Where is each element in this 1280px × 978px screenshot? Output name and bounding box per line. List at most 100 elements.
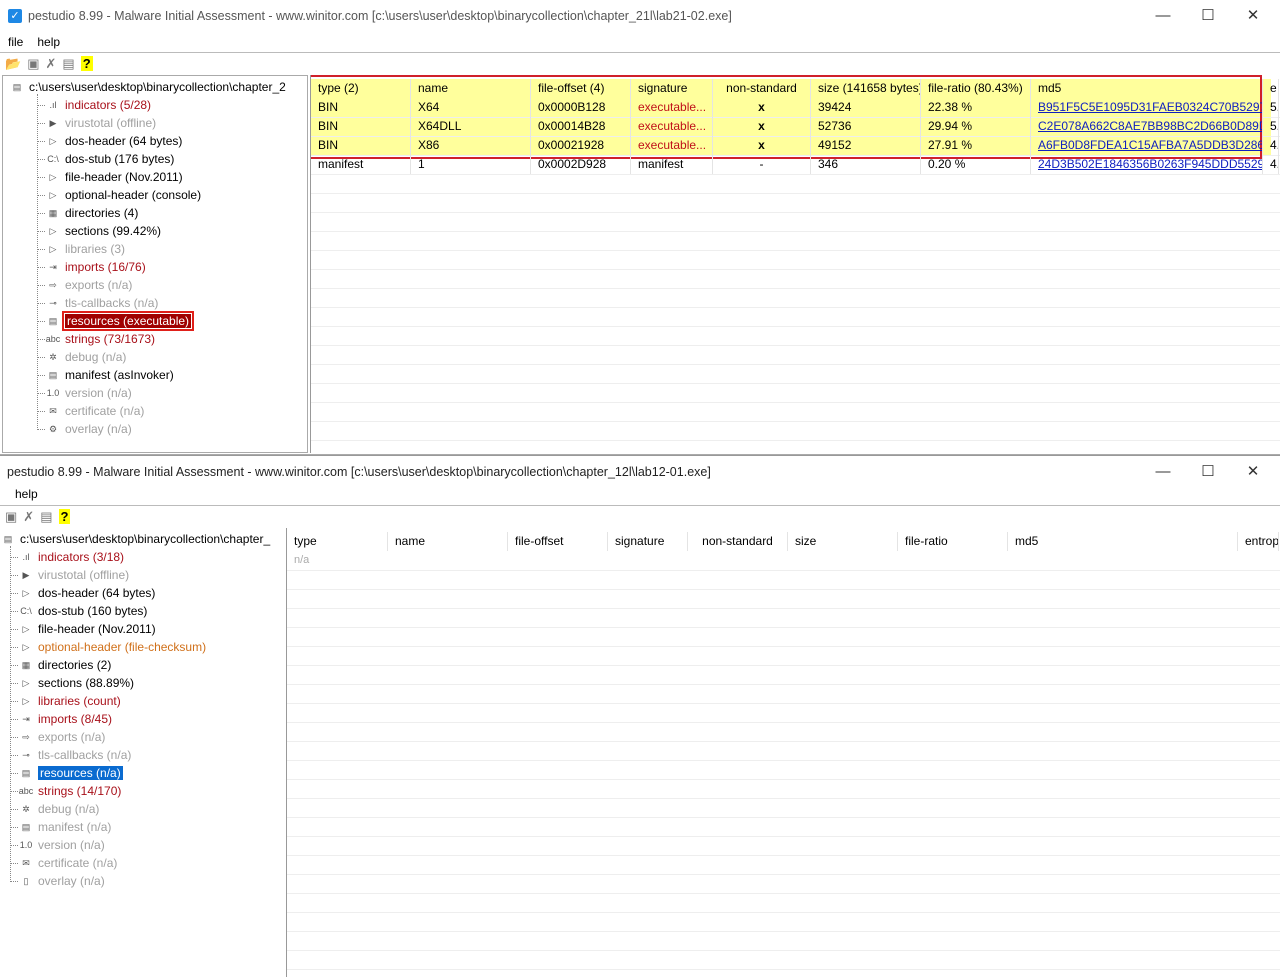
- column-header[interactable]: size: [788, 532, 898, 551]
- column-header[interactable]: name: [411, 79, 531, 98]
- md5-link[interactable]: 24D3B502E1846356B0263F945DDD5529: [1031, 155, 1263, 174]
- tree-item-label: imports (8/45): [38, 712, 113, 726]
- tree-item-libraries[interactable]: ▷ libraries (count): [10, 692, 121, 710]
- tree-item-virustotal[interactable]: ▶ virustotal (offline): [10, 566, 129, 584]
- close-file-icon[interactable]: ✗: [45, 56, 56, 72]
- grid-line: [287, 627, 1280, 628]
- menu-help[interactable]: help: [37, 35, 60, 49]
- tree-root-file[interactable]: ▤ c:\users\user\desktop\binarycollection\…: [9, 78, 286, 96]
- tree-item-tls-callbacks[interactable]: ⊸ tls-callbacks (n/a): [37, 294, 158, 312]
- tree-item-dos-stub[interactable]: C:\ dos-stub (160 bytes): [10, 602, 147, 620]
- table-cell: executable...: [631, 136, 713, 155]
- close-button[interactable]: ✕: [1243, 6, 1263, 26]
- bug-icon: ✲: [49, 351, 57, 362]
- tree-root-file[interactable]: ▤ c:\users\user\desktop\binarycollection\…: [0, 530, 270, 548]
- tree-connector: [10, 682, 18, 684]
- md5-link[interactable]: C2E078A662C8AE7BB98BC2D66B0D89D7: [1031, 117, 1263, 136]
- clipboard-icon[interactable]: ▤: [40, 509, 52, 525]
- table-row[interactable]: BIN X64DLL 0x00014B28 executable... x 52736 29…: [311, 117, 1279, 136]
- tree-item-file-header[interactable]: ▷ file-header (Nov.2011): [37, 168, 183, 186]
- table-cell: manifest: [631, 155, 713, 174]
- tree-item-overlay[interactable]: ⚙ overlay (n/a): [37, 420, 132, 438]
- save-icon[interactable]: ▣: [27, 56, 39, 72]
- tree-item-version[interactable]: 1.0 version (n/a): [37, 384, 132, 402]
- column-header[interactable]: entropy: [1238, 532, 1279, 551]
- tree-item-libraries[interactable]: ▷ libraries (3): [37, 240, 125, 258]
- tree-item-directories[interactable]: ▦ directories (4): [37, 204, 138, 222]
- column-header[interactable]: file-offset (4): [531, 79, 631, 98]
- tree-item-exports[interactable]: ⇨ exports (n/a): [37, 276, 132, 294]
- help-icon[interactable]: ?: [80, 56, 93, 71]
- resources-icon: ▤: [21, 767, 31, 778]
- md5-link[interactable]: A6FB0D8FDEA1C15AFBA7A5DDB3D2867B: [1031, 136, 1263, 155]
- md5-link[interactable]: B951F5C5E1095D31FAEB0324C70B5297: [1031, 98, 1263, 117]
- tree-item-manifest[interactable]: ▤ manifest (asInvoker): [37, 366, 174, 384]
- close-button[interactable]: ✕: [1243, 462, 1263, 482]
- table-row[interactable]: manifest 1 0x0002D928 manifest -346 0.20 % 24D…: [311, 155, 1279, 174]
- column-header[interactable]: size (141658 bytes): [811, 79, 921, 98]
- tree-item-indicators[interactable]: .ıl indicators (3/18): [10, 548, 124, 566]
- tree-item-label: dos-header (64 bytes): [65, 134, 183, 148]
- tree-item-strings[interactable]: abc strings (14/170): [10, 782, 121, 800]
- column-header[interactable]: non-standard: [713, 79, 811, 98]
- column-header[interactable]: e: [1263, 79, 1279, 98]
- tree-item-resources[interactable]: ▤ resources (executable): [37, 311, 195, 331]
- tree-item-certificate[interactable]: ✉ certificate (n/a): [10, 854, 117, 872]
- tree-item-version[interactable]: 1.0 version (n/a): [10, 836, 105, 854]
- open-icon[interactable]: 📂: [5, 56, 21, 72]
- minimize-button[interactable]: —: [1153, 6, 1173, 26]
- tree-item-debug[interactable]: ✲ debug (n/a): [37, 348, 126, 366]
- column-header[interactable]: md5: [1031, 79, 1263, 98]
- tree-item-dos-header[interactable]: ▷ dos-header (64 bytes): [10, 584, 155, 602]
- column-header[interactable]: name: [388, 532, 508, 551]
- tree-item-sections[interactable]: ▷ sections (88.89%): [10, 674, 134, 692]
- column-header[interactable]: type (2): [311, 79, 411, 98]
- tree-item-certificate[interactable]: ✉ certificate (n/a): [37, 402, 144, 420]
- tree-item-sections[interactable]: ▷ sections (99.42%): [37, 222, 161, 240]
- overlay-icon: ⚙: [48, 423, 58, 434]
- tree-item-exports[interactable]: ⇨ exports (n/a): [10, 728, 105, 746]
- tree-item-imports[interactable]: ⇥ imports (8/45): [10, 710, 112, 728]
- tree-item-dos-stub[interactable]: C:\ dos-stub (176 bytes): [37, 150, 174, 168]
- table-row[interactable]: BIN X86 0x00021928 executable... x 49152 27.91…: [311, 136, 1279, 155]
- minimize-button[interactable]: —: [1153, 462, 1173, 482]
- grid-line: [287, 570, 1280, 571]
- column-header[interactable]: file-offset: [508, 532, 608, 551]
- tree-item-overlay[interactable]: ▯ overlay (n/a): [10, 872, 105, 890]
- tree-item-debug[interactable]: ✲ debug (n/a): [10, 800, 99, 818]
- table-cell: 5.: [1263, 117, 1279, 136]
- tree-item-file-header[interactable]: ▷ file-header (Nov.2011): [10, 620, 156, 638]
- grid-line: [311, 269, 1280, 270]
- column-header[interactable]: type: [287, 532, 388, 551]
- tree-item-manifest[interactable]: ▤ manifest (n/a): [10, 818, 111, 836]
- tree-item-optional-header[interactable]: ▷ optional-header (console): [37, 186, 201, 204]
- menu-file[interactable]: file: [8, 35, 23, 49]
- tree-view[interactable]: ▤ c:\users\user\desktop\binarycollection\…: [2, 75, 308, 453]
- tree-item-directories[interactable]: ▦ directories (2): [10, 656, 111, 674]
- tree-item-dos-header[interactable]: ▷ dos-header (64 bytes): [37, 132, 182, 150]
- column-header[interactable]: signature: [608, 532, 688, 551]
- tree-item-strings[interactable]: abc strings (73/1673): [37, 330, 155, 348]
- column-header[interactable]: md5: [1008, 532, 1238, 551]
- tree-item-indicators[interactable]: .ıl indicators (5/28): [37, 96, 151, 114]
- column-header[interactable]: file-ratio (80.43%): [921, 79, 1031, 98]
- help-icon[interactable]: ?: [58, 509, 71, 524]
- tree-connector: [37, 230, 45, 232]
- clipboard-icon[interactable]: ▤: [62, 56, 74, 72]
- maximize-button[interactable]: ☐: [1198, 462, 1218, 482]
- tree-item-imports[interactable]: ⇥ imports (16/76): [37, 258, 146, 276]
- tree-item-tls-callbacks[interactable]: ⊸ tls-callbacks (n/a): [10, 746, 131, 764]
- column-header[interactable]: file-ratio: [898, 532, 1008, 551]
- column-header[interactable]: non-standard: [688, 532, 788, 551]
- maximize-button[interactable]: ☐: [1198, 6, 1218, 26]
- save-icon[interactable]: ▣: [5, 509, 17, 525]
- tree-view[interactable]: ▤ c:\users\user\desktop\binarycollection\…: [0, 528, 284, 977]
- column-header[interactable]: signature: [631, 79, 713, 98]
- tree-item-virustotal[interactable]: ▶ virustotal (offline): [37, 114, 156, 132]
- menu-help[interactable]: help: [15, 487, 38, 501]
- tree-item-optional-header[interactable]: ▷ optional-header (file-checksum): [10, 638, 206, 656]
- grid-line: [311, 174, 1280, 175]
- tree-item-resources[interactable]: ▤ resources (n/a): [10, 764, 123, 782]
- table-row[interactable]: BIN X64 0x0000B128 executable... x 39424 22.38…: [311, 98, 1279, 117]
- close-file-icon[interactable]: ✗: [23, 509, 34, 525]
